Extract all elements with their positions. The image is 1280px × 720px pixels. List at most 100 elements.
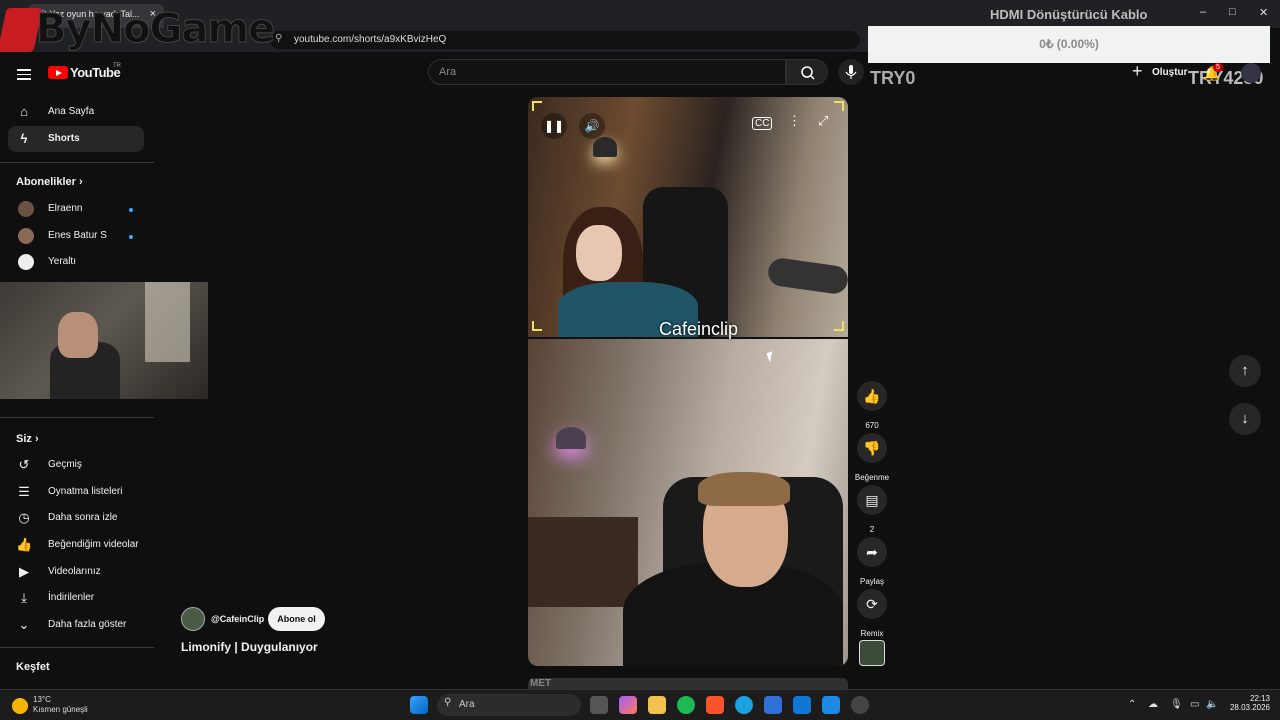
network-icon[interactable]: ▭ [1190, 699, 1199, 710]
lamp-image [593, 137, 617, 157]
explore-heading: Keşfet [16, 661, 50, 673]
channel-avatar [18, 254, 34, 270]
pause-icon[interactable]: ❚❚ [541, 113, 567, 139]
shorts-video-player[interactable]: Cafeinclip ❚❚ 🔊 CC ⋮ ⤢ [528, 97, 848, 666]
task-view-icon[interactable] [590, 696, 608, 714]
windows-taskbar: 13°C Kısmen güneşli ⚲ Ara ⌃ ☁ 🎙 ▭ 🔈 22:13… [0, 689, 1280, 720]
sidebar-divider [0, 647, 154, 648]
start-icon[interactable] [410, 696, 428, 714]
sidebar-item-label: Beğendiğim videolar [48, 539, 139, 550]
close-button[interactable]: ✕ [1259, 6, 1268, 19]
sidebar-item-yeralti[interactable]: Yeraltı [8, 249, 144, 275]
share-icon: ➦ [857, 537, 887, 567]
remix-button[interactable]: ⟳ Remix [857, 589, 887, 638]
sidebar-item-label: Oynatma listeleri [48, 486, 123, 497]
sidebar-item-label: Shorts [48, 133, 80, 144]
sidebar-item-playlists[interactable]: ☰ Oynatma listeleri [8, 479, 144, 505]
voice-search-button[interactable] [838, 59, 864, 85]
search-button[interactable] [786, 59, 828, 85]
settings-icon[interactable] [851, 696, 869, 714]
sidebar-item-label: Ana Sayfa [48, 106, 95, 117]
sidebar-item-shorts[interactable]: ϟ Shorts [8, 126, 144, 152]
chevron-right-icon: › [78, 176, 83, 188]
sidebar-item-label: Videolarınız [48, 566, 101, 577]
frame-corner [834, 101, 844, 111]
file-explorer-icon[interactable] [648, 696, 666, 714]
microphone-icon[interactable]: 🎙 [1170, 699, 1183, 710]
captions-icon[interactable]: CC [752, 117, 773, 130]
previous-video-button[interactable]: ↑ [1229, 355, 1261, 387]
sidebar-item-home[interactable]: ⌂ Ana Sayfa [8, 99, 144, 125]
spotify-icon[interactable] [677, 696, 695, 714]
subscribe-button[interactable]: Abone ol [268, 607, 325, 631]
mail-icon[interactable] [793, 696, 811, 714]
avatar[interactable] [1241, 63, 1261, 83]
history-icon: ↺ [18, 457, 30, 472]
weather-temp: 13°C [33, 695, 51, 704]
sidebar-item-liked-videos[interactable]: 👍 Beğendiğim videolar [8, 532, 144, 558]
app-icon[interactable] [822, 696, 840, 714]
channel-handle[interactable]: @CafeinClip [211, 614, 264, 624]
sidebar-item-label: Geçmiş [48, 459, 82, 470]
comments-button[interactable]: ▤ 2 [857, 485, 887, 534]
sidebar-item-your-videos[interactable]: ▶ Videolarınız [8, 559, 144, 585]
sound-thumbnail[interactable] [859, 640, 885, 666]
sidebar-item-show-more[interactable]: ⌄ Daha fazla göster [8, 612, 144, 638]
new-content-dot [129, 235, 133, 239]
volume-icon[interactable]: 🔈 [1206, 699, 1218, 710]
site-info-icon[interactable]: ⚲ [275, 33, 282, 44]
notification-badge: 5 [1213, 63, 1223, 72]
frame-corner [834, 321, 844, 331]
microphone-icon [845, 65, 857, 79]
home-icon: ⌂ [20, 104, 28, 119]
chevron-up-icon[interactable]: ⌃ [1128, 699, 1136, 710]
sidebar-item-label: İndirilenler [48, 592, 95, 603]
lamp-image [556, 427, 586, 449]
channel-avatar [18, 201, 34, 217]
channel-avatar[interactable] [181, 607, 205, 631]
fullscreen-icon[interactable]: ⤢ [818, 113, 828, 129]
sidebar-item-elraenn[interactable]: Elraenn [8, 196, 144, 222]
sidebar-item-enes-batur[interactable]: Enes Batur S [8, 223, 144, 249]
clock-date: 28.03.2026 [1229, 703, 1270, 712]
video-caption: Cafeinclip [659, 319, 739, 339]
country-code: TR [113, 63, 121, 69]
shorts-icon: ϟ [20, 131, 28, 146]
dislike-button[interactable]: 👎 Beğenme [855, 433, 889, 482]
downloads-icon: ⤓ [21, 590, 27, 605]
youtube-logo-icon[interactable] [48, 66, 68, 79]
create-label: Oluştur [1152, 67, 1188, 78]
store-icon[interactable] [764, 696, 782, 714]
system-clock[interactable]: 22:13 28.03.2026 [1228, 694, 1270, 712]
create-button[interactable]: + Oluştur [1128, 61, 1188, 85]
volume-icon[interactable]: 🔊 [579, 113, 605, 139]
remix-label: Remix [860, 629, 884, 638]
donation-progress-bar: 0₺ (0.00%) [868, 26, 1270, 63]
sidebar-item-watch-later[interactable]: ◷ Daha sonra izle [8, 505, 144, 531]
subscriptions-heading[interactable]: Abonelikler › [16, 176, 83, 188]
you-title: Siz [16, 433, 32, 445]
plus-icon: + [1132, 61, 1143, 81]
person-hair-image [698, 472, 790, 506]
like-button[interactable]: 👍 670 [857, 381, 887, 430]
address-bar[interactable]: youtube.com/shorts/a9xKBvizHeQ [270, 31, 860, 49]
sidebar-item-downloads[interactable]: ⤓ İndirilenler [8, 585, 144, 611]
share-button[interactable]: ➦ Paylaş [857, 537, 887, 586]
edge-icon[interactable] [735, 696, 753, 714]
sidebar-item-history[interactable]: ↺ Geçmiş [8, 452, 144, 478]
url-text: youtube.com/shorts/a9xKBvizHeQ [294, 34, 447, 45]
dislike-label: Beğenme [854, 473, 890, 482]
like-count: 670 [865, 421, 879, 430]
sidebar-item-label: Daha sonra izle [48, 512, 118, 523]
brave-browser-icon[interactable] [706, 696, 724, 714]
you-heading[interactable]: Siz › [16, 433, 39, 445]
cloud-icon[interactable]: ☁ [1148, 699, 1158, 710]
menu-icon[interactable] [17, 66, 31, 83]
search-input[interactable]: Ara [428, 59, 786, 85]
copilot-icon[interactable] [619, 696, 637, 714]
taskbar-search[interactable]: ⚲ Ara [437, 694, 581, 716]
sidebar-item-label: Elraenn [48, 203, 83, 214]
more-options-icon[interactable]: ⋮ [788, 113, 801, 129]
liked-videos-icon: 👍 [16, 537, 33, 552]
next-video-button[interactable]: ↓ [1229, 403, 1261, 435]
